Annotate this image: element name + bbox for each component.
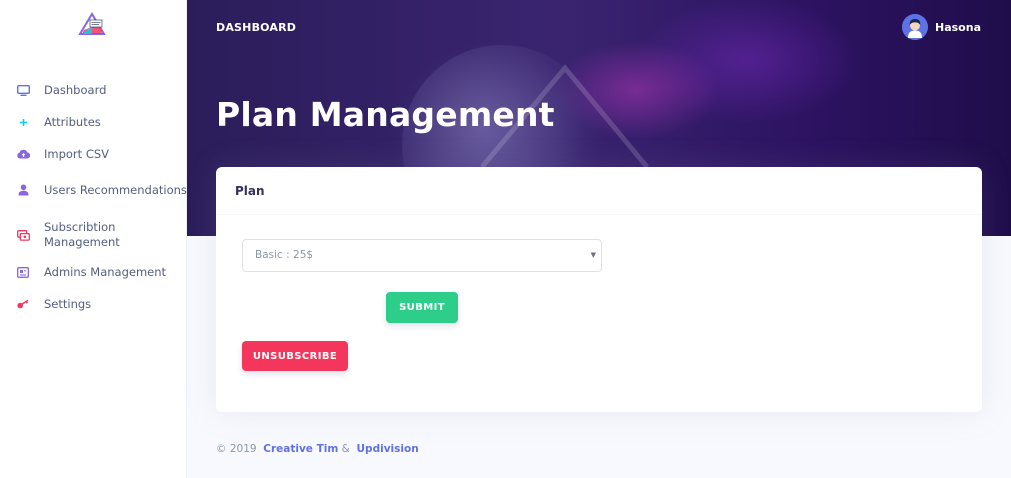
chevron-down-icon: ▼ [590, 251, 596, 259]
sidebar-nav: Dashboard Attributes Import CSV Users Re… [0, 76, 187, 318]
user-icon [16, 183, 30, 197]
submit-button[interactable]: SUBMIT [386, 292, 458, 323]
plan-select[interactable]: Basic : 25$ ▼ [242, 239, 602, 272]
sidebar-item-attributes[interactable]: Attributes [0, 108, 187, 136]
cloud-upload-icon [16, 147, 30, 161]
sidebar-item-label: Attributes [44, 114, 101, 129]
sidebar-item-label: Users Recommendations [44, 182, 187, 197]
footer-copyright: © 2019 [216, 443, 257, 455]
plan-select-value: Basic : 25$ [255, 249, 314, 261]
card-divider [216, 214, 982, 215]
id-card-icon [16, 265, 30, 279]
sidebar-item-label: Import CSV [44, 146, 110, 161]
sidebar-item-label: Subscribtion Management [44, 220, 120, 249]
logo[interactable] [78, 12, 106, 36]
user-menu[interactable]: Hasona [902, 14, 981, 40]
sidebar-item-admins-management[interactable]: Admins Management [0, 258, 187, 286]
plan-card: Plan Basic : 25$ ▼ SUBMIT UNSUBSCRIBE [216, 167, 982, 412]
sidebar-item-subscription-management[interactable]: Subscribtion Management [0, 217, 187, 253]
sidebar-item-label: Settings [44, 296, 92, 311]
footer-link-updivision[interactable]: Updivision [357, 443, 419, 455]
key-icon [16, 297, 30, 311]
page-title: Plan Management [216, 95, 555, 134]
sidebar-item-settings[interactable]: Settings [0, 290, 187, 318]
unsubscribe-button[interactable]: UNSUBSCRIBE [242, 341, 348, 371]
breadcrumb[interactable]: DASHBOARD [216, 21, 296, 34]
sidebar: Dashboard Attributes Import CSV Users Re… [0, 0, 187, 478]
footer: © 2019 Creative Tim & Updivision [216, 443, 419, 455]
money-icon [16, 228, 30, 242]
tv-icon [16, 83, 30, 97]
card-title: Plan [235, 184, 265, 198]
sidebar-item-label: Admins Management [44, 264, 167, 279]
footer-separator: & [341, 443, 350, 455]
sidebar-item-label: Dashboard [44, 82, 107, 97]
user-name: Hasona [935, 20, 981, 34]
sidebar-item-users-recommendations[interactable]: Users Recommendations [0, 172, 187, 208]
avatar [902, 14, 928, 40]
plus-icon [16, 115, 30, 129]
sidebar-item-import-csv[interactable]: Import CSV [0, 140, 187, 168]
sidebar-item-dashboard[interactable]: Dashboard [0, 76, 187, 104]
footer-link-creative-tim[interactable]: Creative Tim [263, 443, 338, 455]
